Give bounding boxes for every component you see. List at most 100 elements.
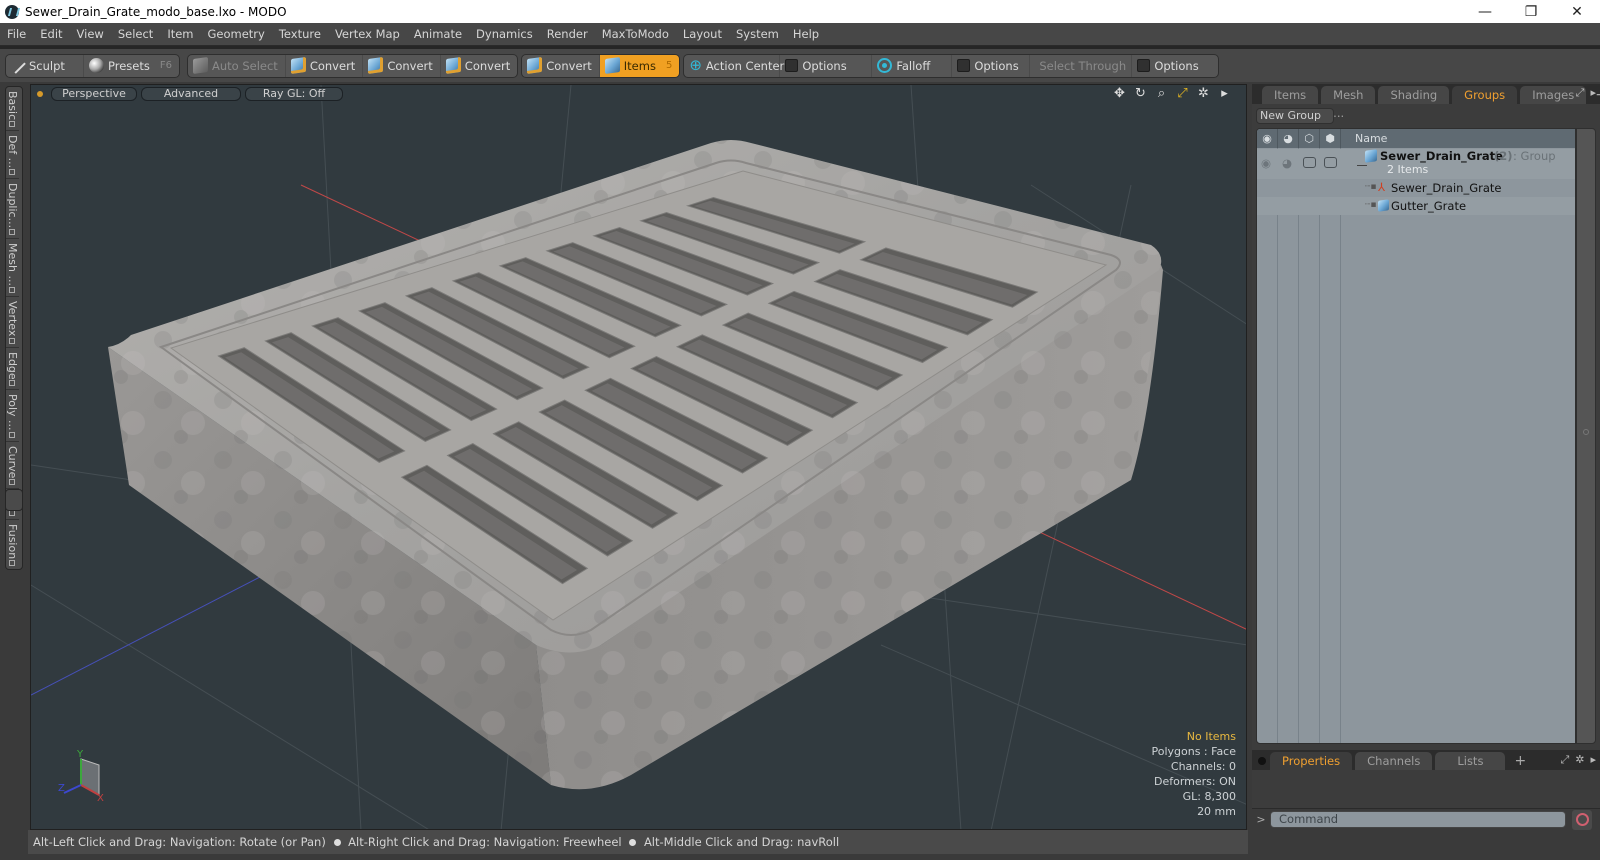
shading-mode-button[interactable]: Advanced: [141, 87, 241, 101]
tab-duplicate[interactable]: Duplic...: [6, 179, 19, 240]
maximize-view-icon[interactable]: ⤢: [1175, 86, 1190, 101]
tab-properties[interactable]: Properties: [1270, 752, 1353, 770]
convert-polygons-button[interactable]: Convert: [441, 55, 517, 77]
action-center-label: Action Center: [705, 58, 785, 73]
tab-deform[interactable]: Def ...: [6, 131, 19, 180]
menu-texture[interactable]: Texture: [272, 23, 328, 46]
select-toggle[interactable]: [1324, 157, 1337, 168]
menu-item[interactable]: Item: [160, 23, 200, 46]
tab-mesh[interactable]: Mesh ...: [1321, 86, 1376, 120]
view-mode-button[interactable]: Perspective: [51, 87, 137, 101]
tab-curve[interactable]: Curve: [6, 442, 19, 490]
expand-properties-icon[interactable]: ⤢: [1560, 753, 1569, 767]
3d-viewport[interactable]: Y X Z Perspective Advanced Ray GL: Off ✥…: [30, 84, 1247, 830]
new-group-button[interactable]: New Group: [1256, 108, 1334, 124]
visibility-column-icon[interactable]: ◉: [1257, 129, 1278, 148]
items-mode-button[interactable]: Items 5: [599, 54, 680, 77]
groups-scrollbar[interactable]: [1576, 128, 1596, 744]
maximize-button[interactable]: ❐: [1508, 0, 1554, 23]
selection-mode-group: Auto Select Convert Convert Convert: [186, 53, 519, 78]
menu-dynamics[interactable]: Dynamics: [469, 23, 540, 46]
menu-view[interactable]: View: [70, 23, 111, 46]
scene-render[interactable]: Y X Z: [31, 85, 1247, 830]
raygl-button[interactable]: Ray GL: Off: [245, 87, 343, 101]
name-column-header[interactable]: Name: [1341, 129, 1387, 148]
properties-more-icon[interactable]: ▸: [1590, 753, 1596, 767]
group-name: Sewer_Drain_Grate: [1380, 149, 1503, 163]
group-count: (2): [1494, 149, 1513, 163]
menu-vertex-map[interactable]: Vertex Map: [328, 23, 407, 46]
record-macro-button[interactable]: [1572, 809, 1592, 830]
menu-geometry[interactable]: Geometry: [201, 23, 272, 46]
convert-materials-button[interactable]: Convert: [522, 54, 600, 77]
tab-edge[interactable]: Edge: [6, 348, 19, 391]
falloff-options-button[interactable]: Options: [952, 54, 1031, 77]
action-options-button[interactable]: Options: [780, 54, 873, 77]
convert-edges-button[interactable]: Convert: [363, 54, 441, 77]
tab-lists[interactable]: Lists: [1435, 752, 1506, 770]
viewport-menu-dot[interactable]: [37, 91, 43, 97]
convert-vertices-button[interactable]: Convert: [286, 54, 364, 77]
menu-select[interactable]: Select: [111, 23, 160, 46]
select-options-button[interactable]: Options: [1132, 55, 1218, 77]
group-member-row[interactable]: ┈▪ Gutter_Grate: [1257, 197, 1575, 215]
viewport-more-icon[interactable]: ▸: [1217, 86, 1232, 101]
menu-render[interactable]: Render: [540, 23, 595, 46]
close-button[interactable]: ✕: [1554, 0, 1600, 23]
falloff-icon: [877, 58, 893, 73]
expand-panel-icon[interactable]: ⤢: [1576, 86, 1585, 100]
properties-settings-icon[interactable]: ✲: [1575, 753, 1584, 767]
move-view-icon[interactable]: ✥: [1112, 86, 1127, 101]
panel-more-icon[interactable]: ▸: [1590, 86, 1596, 100]
axis-gizmo: Y X Z: [58, 749, 104, 804]
navigation-hints: Alt-Left Click and Drag: Navigation: Rot…: [28, 830, 1248, 854]
sewer-drain-grate-model[interactable]: [108, 140, 1163, 790]
menu-file[interactable]: File: [0, 23, 33, 46]
tab-poly[interactable]: Poly ...: [6, 390, 19, 442]
zoom-view-icon[interactable]: ⌕: [1154, 86, 1169, 101]
tab-mesh[interactable]: Mesh ...: [6, 239, 19, 298]
tool-tabs-strip: Basic Def ... Duplic... Mesh ... Vertex …: [0, 84, 28, 830]
group-member-row[interactable]: ┈▪ ⅄ Sewer_Drain_Grate: [1257, 179, 1575, 197]
tab-vertex[interactable]: Vertex: [6, 297, 19, 348]
action-center-button[interactable]: ⊕ Action Center: [684, 54, 784, 77]
sculpt-button[interactable]: Sculpt: [6, 54, 84, 77]
rotate-view-icon[interactable]: ↻: [1133, 86, 1148, 101]
separator-dot: [629, 839, 637, 846]
menu-help[interactable]: Help: [786, 23, 826, 46]
group-row[interactable]: ◉ ◕ Sewer_Drain_Grate (2) : Group 2 Item…: [1257, 149, 1575, 179]
hint-rotate: Alt-Left Click and Drag: Navigation: Rot…: [33, 835, 326, 849]
render-toggle-icon[interactable]: ◕: [1282, 156, 1292, 170]
tab-basic[interactable]: Basic: [6, 87, 19, 132]
extra-tab-button[interactable]: [5, 489, 23, 511]
presets-button[interactable]: Presets F6: [84, 55, 179, 77]
properties-menu-dot[interactable]: [1258, 757, 1266, 765]
menu-maxtomodo[interactable]: MaxToModo: [595, 23, 676, 46]
tab-fusion[interactable]: Fusion: [6, 520, 19, 569]
lock-column-icon[interactable]: ⬡: [1299, 129, 1320, 148]
select-column-icon[interactable]: ⬢: [1320, 129, 1341, 148]
command-input[interactable]: Command: [1270, 811, 1566, 828]
panel-tabs: Items Mesh ... Shading Groups Images + ⤢…: [1252, 84, 1600, 120]
lock-toggle[interactable]: [1303, 157, 1316, 168]
tab-shading[interactable]: Shading: [1378, 86, 1450, 104]
groups-list[interactable]: ◉ ◕ ⬡ ⬢ Name ◉ ◕ Sewer_Drain_Grate (2) :…: [1256, 128, 1576, 744]
menu-layout[interactable]: Layout: [676, 23, 729, 46]
tab-items[interactable]: Items: [1262, 86, 1319, 104]
auto-select-button[interactable]: Auto Select: [188, 54, 286, 77]
menu-system[interactable]: System: [729, 23, 786, 46]
viewport-settings-icon[interactable]: ✲: [1196, 86, 1211, 101]
minimize-button[interactable]: —: [1462, 0, 1508, 23]
panel-controls: ⤢ ▸: [1576, 86, 1596, 100]
tab-channels[interactable]: Channels: [1355, 752, 1433, 770]
falloff-button[interactable]: Falloff: [872, 54, 953, 77]
select-through-button[interactable]: Select Through: [1030, 54, 1133, 77]
scroll-handle[interactable]: [1583, 429, 1589, 435]
tab-groups[interactable]: Groups: [1452, 86, 1518, 104]
column-divider: [1257, 148, 1278, 743]
render-column-icon[interactable]: ◕: [1278, 129, 1299, 148]
menu-animate[interactable]: Animate: [407, 23, 469, 46]
menu-edit[interactable]: Edit: [33, 23, 69, 46]
visibility-toggle-icon[interactable]: ◉: [1261, 156, 1271, 170]
add-properties-tab-button[interactable]: +: [1508, 752, 1532, 770]
